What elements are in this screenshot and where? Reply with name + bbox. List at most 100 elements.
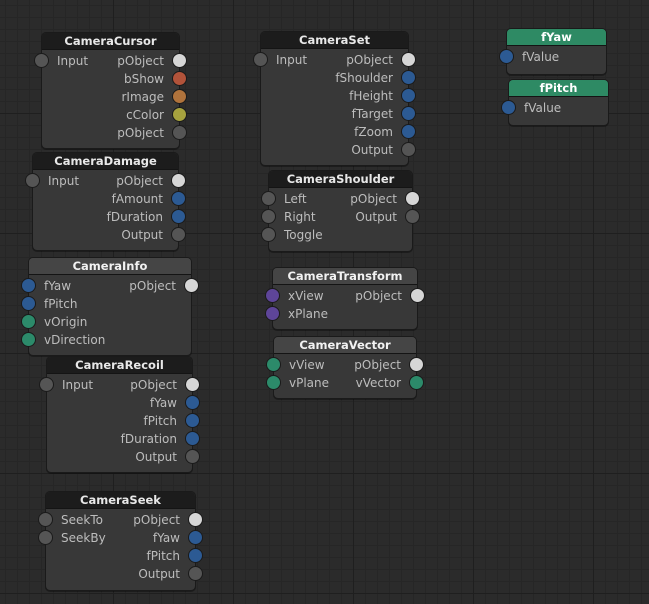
output-port-row: fPitch [47,412,200,430]
input-pin-icon[interactable] [499,49,514,64]
input-port-row: vDirection [21,331,191,349]
output-port-label: fPitch [146,549,180,563]
node-camera-recoil[interactable]: CameraRecoil Input pObject fYaw fPitch fDurat… [39,356,200,473]
input-pin-icon[interactable] [21,314,36,329]
input-pin-icon[interactable] [21,332,36,347]
output-port-row: Output [46,565,203,583]
output-port-label: pObject [116,174,163,188]
output-pin-icon[interactable] [409,375,424,390]
node-fpitch[interactable]: fPitch fValue [501,79,609,126]
node-camera-transform[interactable]: CameraTransform xView xPlane pObject [265,267,425,330]
output-port-row: pObject [42,52,187,70]
input-port-label: Toggle [284,228,323,242]
output-pin-icon[interactable] [171,173,186,188]
output-port-label: pObject [350,192,397,206]
output-pin-icon[interactable] [172,89,187,104]
input-pin-icon[interactable] [501,100,516,115]
output-pin-icon[interactable] [184,278,199,293]
output-pin-icon[interactable] [409,357,424,372]
input-port-row: xPlane [265,305,417,323]
output-pin-icon[interactable] [172,53,187,68]
output-port-row: fYaw [46,529,203,547]
output-pin-icon[interactable] [171,227,186,242]
output-port-row: pObject [261,51,416,69]
input-port-label: fValue [522,50,560,64]
output-pin-icon[interactable] [401,142,416,157]
output-port-row: cColor [42,106,187,124]
output-pin-icon[interactable] [401,88,416,103]
output-pin-icon[interactable] [405,191,420,206]
output-pin-icon[interactable] [188,530,203,545]
output-port-row: pObject [29,277,199,295]
output-port-row: fDuration [33,208,186,226]
node-camera-seek[interactable]: CameraSeek SeekTo SeekBy pObject fYaw fPitch O… [38,491,203,591]
node-camera-set[interactable]: CameraSet Input pObject fShoulder fHeight fTa… [253,31,416,166]
input-pin-icon[interactable] [261,227,276,242]
output-pin-icon[interactable] [185,449,200,464]
output-port-row: fDuration [47,430,200,448]
input-pin-icon[interactable] [265,306,280,321]
output-pin-icon[interactable] [401,106,416,121]
input-port-row: fPitch [21,295,191,313]
output-pin-icon[interactable] [401,70,416,85]
output-port-label: Output [121,228,163,242]
node-camera-vector[interactable]: CameraVector vView vPlane pObject vVector [266,336,424,399]
output-pin-icon[interactable] [185,431,200,446]
node-title[interactable]: CameraRecoil [47,357,192,374]
output-pin-icon[interactable] [188,548,203,563]
node-camera-cursor[interactable]: CameraCursor Input pObject bShow rImage cColo… [34,32,187,149]
output-port-label: pObject [117,54,164,68]
output-port-label: bShow [124,72,164,86]
input-port-row: vOrigin [21,313,191,331]
node-title[interactable]: CameraSet [261,32,408,49]
node-title[interactable]: CameraShoulder [269,171,412,188]
node-title[interactable]: fYaw [507,29,606,46]
node-camera-info[interactable]: CameraInfo fYaw fPitch vOrigin vDirection pOb… [21,257,199,356]
node-fyaw[interactable]: fYaw fValue [499,28,607,75]
output-pin-icon[interactable] [188,512,203,527]
output-pin-icon[interactable] [172,125,187,140]
output-pin-icon[interactable] [188,566,203,581]
output-pin-icon[interactable] [171,191,186,206]
output-port-label: fDuration [120,432,177,446]
output-pin-icon[interactable] [172,71,187,86]
output-port-label: fTarget [351,107,393,121]
output-pin-icon[interactable] [185,413,200,428]
node-title[interactable]: CameraInfo [29,258,191,275]
output-port-row: pObject [47,376,200,394]
output-port-label: rImage [121,90,164,104]
node-camera-damage[interactable]: CameraDamage Input pObject fAmount fDuration… [25,152,186,251]
node-camera-shoulder[interactable]: CameraShoulder Left Right Toggle pObject Outp… [261,170,420,252]
node-title[interactable]: CameraTransform [273,268,417,285]
output-port-label: fHeight [349,89,393,103]
node-title[interactable]: CameraCursor [42,33,179,50]
node-title[interactable]: CameraVector [274,337,416,354]
input-port-label: xPlane [288,307,329,321]
output-pin-icon[interactable] [185,395,200,410]
output-port-row: Output [33,226,186,244]
output-port-row: fZoom [261,123,416,141]
output-port-label: pObject [130,378,177,392]
input-port-row: fValue [499,48,606,66]
node-title[interactable]: CameraSeek [46,492,195,509]
output-port-row: pObject [273,287,425,305]
output-port-label: pObject [355,289,402,303]
node-title[interactable]: CameraDamage [33,153,178,170]
output-pin-icon[interactable] [172,107,187,122]
output-port-label: fAmount [111,192,163,206]
output-pin-icon[interactable] [405,209,420,224]
output-pin-icon[interactable] [171,209,186,224]
output-pin-icon[interactable] [410,288,425,303]
output-pin-icon[interactable] [185,377,200,392]
output-pin-icon[interactable] [401,52,416,67]
output-port-label: pObject [129,279,176,293]
input-port-label: fPitch [44,297,78,311]
input-port-label: vDirection [44,333,106,347]
output-port-row: Output [47,448,200,466]
output-port-label: cColor [126,108,164,122]
input-pin-icon[interactable] [21,296,36,311]
output-port-label: fYaw [149,396,177,410]
node-title[interactable]: fPitch [509,80,608,97]
output-pin-icon[interactable] [401,124,416,139]
output-port-row: rImage [42,88,187,106]
